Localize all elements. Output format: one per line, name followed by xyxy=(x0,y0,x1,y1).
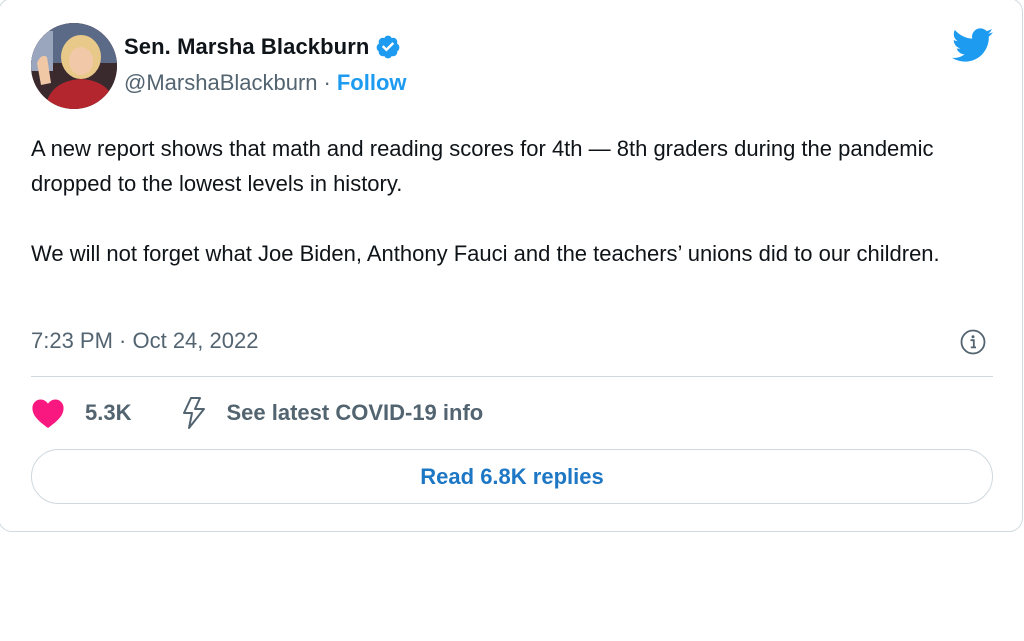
lightning-bolt-icon xyxy=(179,396,209,430)
tweet-timestamp[interactable]: 7:23 PM · Oct 24, 2022 xyxy=(31,325,258,357)
author-handle[interactable]: @MarshaBlackburn xyxy=(124,70,318,95)
divider xyxy=(31,376,993,377)
verified-badge-icon xyxy=(375,34,401,60)
action-bar: 5.3K See latest COVID-19 info xyxy=(31,393,483,433)
author-name-row: Sen. Marsha Blackburn xyxy=(124,31,401,63)
tweet-paragraph: We will not forget what Joe Biden, Antho… xyxy=(31,241,940,266)
like-count[interactable]: 5.3K xyxy=(85,400,131,426)
separator-dot: · xyxy=(323,70,331,95)
heart-icon[interactable] xyxy=(31,397,65,429)
info-icon[interactable] xyxy=(960,329,986,355)
covid-info-label: See latest COVID-19 info xyxy=(226,400,484,425)
twitter-bird-icon[interactable] xyxy=(950,27,994,63)
follow-button[interactable]: Follow xyxy=(337,70,407,95)
tweet-text: A new report shows that math and reading… xyxy=(31,131,996,271)
author-name[interactable]: Sen. Marsha Blackburn xyxy=(124,34,369,60)
tweet-paragraph: A new report shows that math and reading… xyxy=(31,136,934,196)
avatar[interactable] xyxy=(31,23,117,109)
handle-row: @MarshaBlackburn · Follow xyxy=(124,67,407,99)
covid-info-link[interactable]: See latest COVID-19 info xyxy=(179,396,483,430)
read-replies-button[interactable]: Read 6.8K replies xyxy=(31,449,993,504)
avatar-photo xyxy=(31,23,117,109)
